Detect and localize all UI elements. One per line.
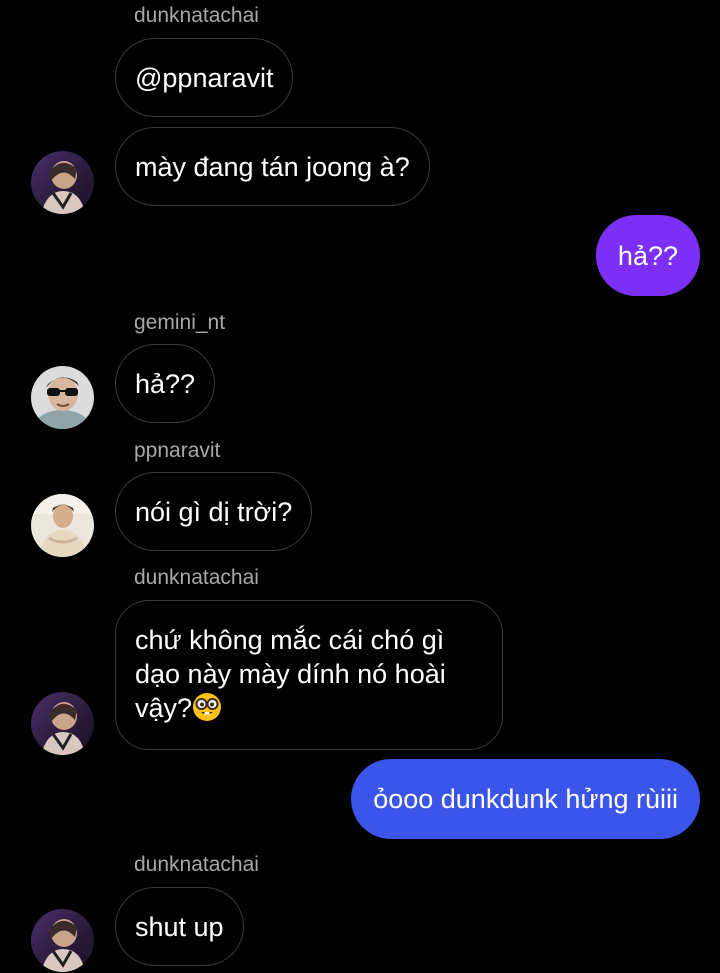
- message-text: hả??: [135, 368, 196, 399]
- outgoing-message-bubble[interactable]: hả??: [595, 215, 700, 296]
- incoming-message-bubble[interactable]: hả??: [115, 344, 216, 423]
- message-text: ỏooo dunkdunk hửng rùiii: [373, 784, 678, 814]
- incoming-message-bubble[interactable]: mày đang tán joong à?: [115, 127, 430, 206]
- dunknatachai-avatar[interactable]: [31, 692, 94, 755]
- nerd-face-emoji-icon: [193, 693, 222, 721]
- dunknatachai-avatar[interactable]: [31, 151, 94, 214]
- incoming-message-bubble[interactable]: shut up: [115, 887, 244, 966]
- incoming-message-bubble[interactable]: chứ không mắc cái chó gì dạo này mày dín…: [115, 600, 503, 750]
- message-text: vậy?: [135, 693, 193, 723]
- message-text: mày đang tán joong à?: [135, 151, 410, 182]
- gemini_nt-avatar[interactable]: [31, 366, 94, 429]
- message-text: hả??: [617, 240, 678, 271]
- ppnaravit-avatar[interactable]: [31, 494, 94, 557]
- outgoing-message-bubble[interactable]: ỏooo dunkdunk hửng rùiii: [351, 759, 700, 839]
- message-text: shut up: [135, 911, 224, 942]
- sender-username: ppnaravit: [134, 439, 221, 462]
- message-text-line: dạo này mày dính nó hoài: [135, 659, 446, 689]
- message-text: @ppnaravit: [135, 62, 274, 93]
- message-text-line: chứ không mắc cái chó gì: [135, 625, 445, 655]
- sender-username: dunknatachai: [134, 853, 259, 876]
- dunknatachai-avatar[interactable]: [31, 909, 94, 972]
- message-text: nói gì dị trời?: [135, 496, 293, 527]
- sender-username: dunknatachai: [134, 4, 259, 27]
- incoming-message-bubble[interactable]: nói gì dị trời?: [115, 472, 313, 551]
- sender-username: dunknatachai: [134, 566, 259, 589]
- sender-username: gemini_nt: [134, 311, 226, 334]
- message-text-line-with-emoji: vậy?: [135, 691, 483, 725]
- incoming-message-bubble[interactable]: @ppnaravit: [115, 38, 294, 117]
